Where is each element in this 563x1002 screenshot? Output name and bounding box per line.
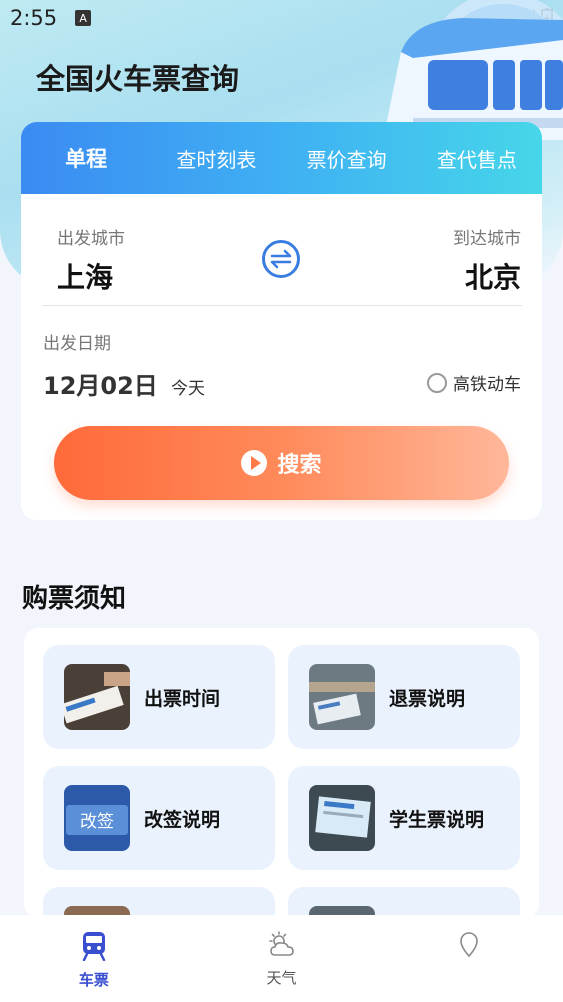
tab-timetable[interactable]: 查时刻表	[151, 144, 281, 173]
tab-fare-query[interactable]: 票价查询	[282, 144, 412, 173]
notice-item-label: 退票说明	[389, 687, 466, 710]
divider	[42, 305, 522, 306]
notice-item-student[interactable]: 学生票说明	[288, 766, 520, 870]
from-city[interactable]: 上海	[57, 256, 113, 296]
train-icon	[82, 932, 106, 961]
city-row: 出发城市 上海 到达城市 北京	[21, 194, 542, 306]
app-title: 全国火车票查询	[36, 62, 240, 96]
notice-item-change[interactable]: 改签 改签说明	[43, 766, 275, 870]
weather-icon	[268, 931, 294, 956]
search-card: 单程 查时刻表 票价查询 查代售点 出发城市 上海 到达城市 北京 出发日期 1…	[21, 122, 542, 520]
to-city[interactable]: 北京	[465, 256, 521, 296]
notice-item-label: 学生票说明	[389, 808, 485, 831]
notice-item-refund[interactable]: 退票说明	[288, 645, 520, 749]
tab-single-trip[interactable]: 单程	[21, 143, 151, 173]
date-today-hint: 今天	[171, 379, 205, 399]
search-button[interactable]: 搜索	[54, 426, 509, 500]
nav-weather-label: 天气	[266, 969, 297, 987]
to-city-label: 到达城市	[453, 229, 521, 249]
notice-item-issue-time[interactable]: 出票时间	[43, 645, 275, 749]
departure-date[interactable]: 12月02日	[43, 366, 158, 401]
refund-photo-icon	[309, 664, 375, 730]
bottom-nav: 车票 天气	[0, 915, 563, 1002]
high-speed-label: 高铁动车	[453, 375, 521, 395]
notice-item-label: 改签说明	[144, 808, 221, 831]
nav-weather[interactable]: 天气	[188, 915, 376, 1002]
notification-icon: A	[75, 10, 92, 26]
status-time: 2:55	[10, 6, 58, 30]
from-city-label: 出发城市	[57, 229, 125, 249]
swap-cities-button[interactable]	[262, 240, 300, 278]
search-tabs: 单程 查时刻表 票价查询 查代售点	[21, 122, 542, 194]
notice-item-more-2[interactable]	[288, 887, 520, 918]
search-label: 搜索	[277, 453, 322, 478]
student-ticket-photo-icon	[309, 785, 375, 851]
nav-tickets[interactable]: 车票	[0, 915, 188, 1002]
radio-icon	[427, 372, 447, 393]
change-sign-photo-icon: 改签	[64, 785, 130, 851]
swap-icon	[270, 249, 292, 269]
location-icon	[460, 932, 478, 958]
play-icon	[241, 450, 268, 476]
train-illustration	[383, 0, 563, 140]
notice-panel: 出票时间 退票说明 改签 改签说明 学生票说明	[24, 628, 539, 918]
notice-item-label: 出票时间	[144, 687, 221, 710]
nav-location[interactable]	[375, 915, 563, 1002]
notice-item-more-1[interactable]	[43, 887, 275, 918]
date-label: 出发日期	[43, 334, 111, 354]
nav-tickets-label: 车票	[78, 971, 109, 989]
high-speed-toggle[interactable]: 高铁动车	[427, 370, 521, 395]
tab-sales-outlets[interactable]: 查代售点	[412, 144, 542, 173]
ticket-photo-icon	[64, 664, 130, 730]
svg-text:改签: 改签	[80, 812, 114, 832]
notice-title: 购票须知	[22, 584, 127, 614]
